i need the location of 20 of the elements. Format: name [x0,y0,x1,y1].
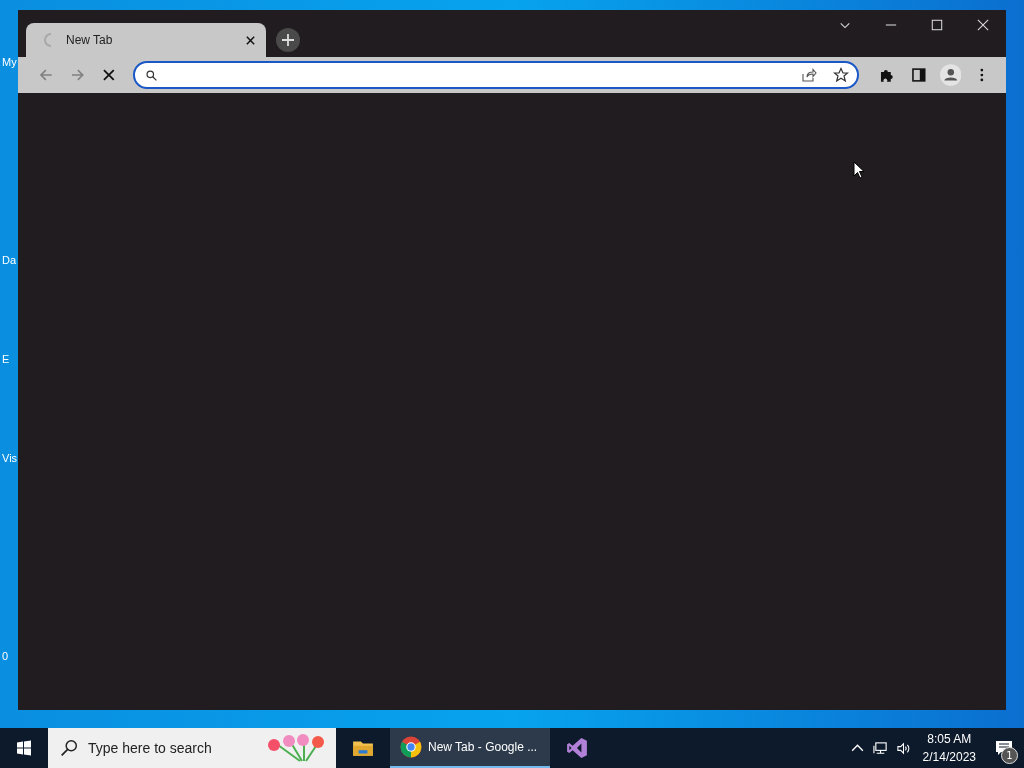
desktop-icon-label[interactable]: Vis [2,452,18,464]
notification-button[interactable]: 1 [984,728,1024,768]
new-tab-button[interactable] [276,28,300,52]
browser-tab[interactable]: New Tab [26,23,266,57]
desktop-icon-label[interactable]: E [2,353,10,365]
desktop-icon-label[interactable]: My [2,56,17,68]
clock[interactable]: 8:05 AM 2/14/2023 [914,730,984,766]
taskbar-search-field[interactable]: Type here to search [48,728,336,768]
address-bar[interactable] [133,61,860,89]
chrome-taskbar-button[interactable]: New Tab - Google ... [390,728,550,768]
desktop-icon-label[interactable]: Da [2,254,17,266]
loading-spinner-icon [44,33,52,47]
desktop-icon-label[interactable]: 0 [2,650,9,662]
infinity-ribbon-icon [566,737,588,759]
search-icon [145,68,159,82]
share-icon[interactable] [801,67,818,83]
mouse-cursor-icon [853,161,865,179]
close-tab-icon[interactable] [245,34,256,46]
star-icon[interactable] [833,67,850,83]
chrome-logo-icon [400,736,422,758]
